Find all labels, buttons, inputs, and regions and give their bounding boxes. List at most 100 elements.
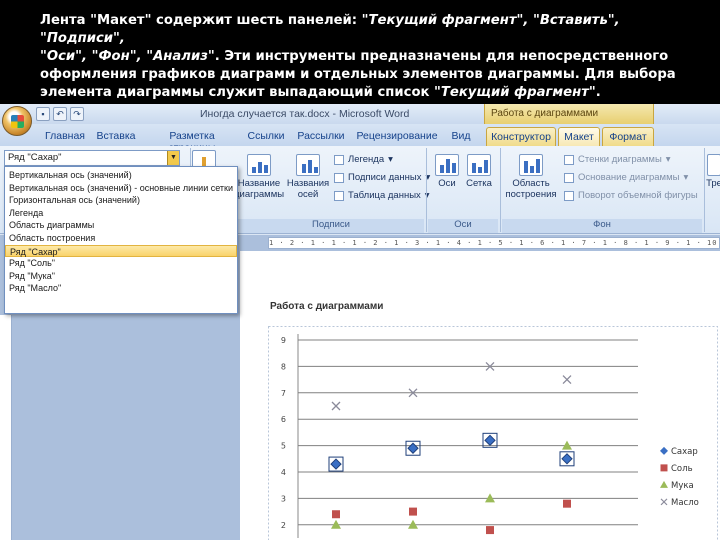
- chart-floor-label: Основание диаграммы: [578, 172, 680, 183]
- office-logo-icon: [11, 115, 24, 128]
- trendline-button[interactable]: Тре: [706, 154, 720, 189]
- dropdown-item[interactable]: Ряд "Мука": [5, 270, 237, 283]
- labels-group-label: Подписи: [238, 219, 424, 233]
- scatter-chart[interactable]: 2 3 4 5 6 7 8 9 Сахар Соль Мука Масло: [268, 326, 718, 540]
- vertical-ruler[interactable]: [0, 315, 12, 540]
- ribbon-tabs: Главная Вставка Разметка страницы Ссылки…: [0, 124, 720, 154]
- legend-marker: [660, 464, 668, 472]
- dropdown-item[interactable]: Легенда: [5, 207, 237, 220]
- 3d-rotation-label: Поворот объемной фигуры: [578, 190, 698, 201]
- y-tick-label: 2: [281, 521, 286, 530]
- title-bar: ▪ ↶ ↷ Иногда случается так.docx - Micros…: [0, 104, 720, 124]
- gridlines-button[interactable]: Сетка: [464, 154, 494, 189]
- dropdown-item[interactable]: Область построения: [5, 232, 237, 245]
- redo-icon[interactable]: ↷: [70, 107, 84, 121]
- data-table-label: Таблица данных: [348, 190, 421, 201]
- tab-references[interactable]: Ссылки: [246, 127, 286, 146]
- word-window: ▪ ↶ ↷ Иногда случается так.docx - Micros…: [0, 104, 720, 540]
- trendline-label: Тре: [706, 178, 720, 189]
- data-point: [486, 526, 494, 535]
- y-tick-label: 9: [281, 336, 286, 345]
- legend-label: Сахар: [671, 447, 698, 457]
- 3d-rotation-icon: [564, 190, 574, 201]
- undo-icon[interactable]: ↶: [53, 107, 67, 121]
- legend-button[interactable]: Легенда ▾: [334, 154, 393, 165]
- legend-label: Масло: [671, 498, 699, 508]
- dropdown-item[interactable]: Горизонтальная ось (значений): [5, 194, 237, 207]
- chart-walls-button[interactable]: Стенки диаграммы ▾: [564, 154, 671, 165]
- office-button[interactable]: [2, 106, 32, 136]
- current-fragment-value: Ряд "Сахар": [8, 152, 62, 163]
- dropdown-item[interactable]: Вертикальная ось (значений): [5, 169, 237, 182]
- caption-period: .: [595, 85, 601, 100]
- tab-view[interactable]: Вид: [446, 127, 476, 146]
- chart-tools-title: Работа с диаграммами: [484, 104, 654, 124]
- save-icon[interactable]: ▪: [36, 107, 50, 121]
- y-tick-label: 6: [281, 415, 286, 424]
- current-fragment-select[interactable]: Ряд "Сахар" ▼: [4, 150, 180, 166]
- tab-format[interactable]: Формат: [602, 127, 654, 146]
- chart-floor-icon: [564, 172, 574, 183]
- axis-titles-button[interactable]: Названия осей: [284, 154, 332, 200]
- axes-icon: [435, 154, 459, 176]
- tab-design[interactable]: Конструктор: [486, 127, 556, 146]
- chart-walls-label: Стенки диаграммы: [578, 154, 662, 165]
- chart-walls-icon: [564, 154, 574, 165]
- caption-fragment: "Текущий фрагмент": [434, 85, 596, 100]
- chart-title-button[interactable]: Название диаграммы: [234, 154, 284, 200]
- plot-area-label: Область построения: [505, 178, 557, 200]
- axes-label: Оси: [438, 178, 456, 189]
- dropdown-item[interactable]: Ряд "Соль": [5, 257, 237, 270]
- data-labels-icon: [334, 172, 344, 183]
- y-tick-label: 3: [281, 494, 286, 503]
- data-labels-label: Подписи данных: [348, 172, 422, 183]
- data-table-button[interactable]: Таблица данных ▾: [334, 190, 430, 201]
- tab-home[interactable]: Главная: [44, 127, 86, 146]
- axis-titles-label: Названия осей: [286, 178, 330, 200]
- tab-layout[interactable]: Макет: [558, 127, 600, 146]
- plot-area-button[interactable]: Область построения: [504, 154, 558, 200]
- y-tick-label: 4: [281, 468, 286, 477]
- tab-insert[interactable]: Вставка: [96, 127, 136, 146]
- data-point: [563, 499, 571, 508]
- chart-title: Работа с диаграммами: [270, 301, 384, 312]
- background-group-label: Фон: [502, 219, 702, 233]
- chevron-down-icon[interactable]: ▼: [167, 151, 179, 165]
- legend-label: Соль: [671, 464, 693, 474]
- caption-text: Лента "Макет" содержит шесть панелей:: [40, 13, 362, 28]
- trendline-icon: [707, 154, 720, 176]
- tab-mailings[interactable]: Рассылки: [296, 127, 346, 146]
- y-tick-label: 5: [281, 442, 286, 451]
- caption-panels-2: "Оси", "Фон", "Анализ": [40, 49, 215, 64]
- horizontal-ruler[interactable]: 1 · 2 · 1 · 1 · 1 · 2 · 1 · 3 · 1 · 4 · …: [268, 237, 720, 249]
- document-title: Иногда случается так.docx - Microsoft Wo…: [200, 108, 410, 120]
- chart-title-icon: [247, 154, 271, 176]
- dropdown-item[interactable]: Ряд "Сахар": [5, 244, 237, 258]
- caption-text-4: элемента диаграммы служит выпадающий спи…: [40, 85, 435, 100]
- dropdown-item[interactable]: Вертикальная ось (значений) - основные л…: [5, 182, 237, 195]
- axes-button[interactable]: Оси: [432, 154, 462, 189]
- y-tick-label: 8: [281, 362, 286, 371]
- data-labels-button[interactable]: Подписи данных ▾: [334, 172, 430, 183]
- axis-titles-icon: [296, 154, 320, 176]
- data-point: [332, 510, 340, 519]
- legend-icon: [334, 154, 344, 165]
- data-point: [409, 507, 417, 516]
- dropdown-item[interactable]: Область диаграммы: [5, 219, 237, 232]
- current-fragment-dropdown: Вертикальная ось (значений) Вертикальная …: [4, 166, 238, 314]
- 3d-rotation-button[interactable]: Поворот объемной фигуры: [564, 190, 698, 201]
- plot-area-icon: [519, 154, 543, 176]
- y-tick-label: 7: [281, 389, 286, 398]
- tab-page-layout[interactable]: Разметка страницы: [146, 127, 238, 154]
- axes-group-label: Оси: [428, 219, 498, 233]
- chart-floor-button[interactable]: Основание диаграммы ▾: [564, 172, 688, 183]
- chart-title-label: Название диаграммы: [234, 178, 285, 200]
- tab-review[interactable]: Рецензирование: [356, 127, 438, 146]
- slide-caption: Лента "Макет" содержит шесть панелей: "Т…: [0, 0, 720, 104]
- legend-label: Легенда: [348, 154, 385, 165]
- legend-label: Мука: [671, 481, 694, 491]
- data-table-icon: [334, 190, 344, 201]
- gridlines-label: Сетка: [466, 178, 492, 189]
- gridlines-icon: [467, 154, 491, 176]
- dropdown-item[interactable]: Ряд "Масло": [5, 282, 237, 295]
